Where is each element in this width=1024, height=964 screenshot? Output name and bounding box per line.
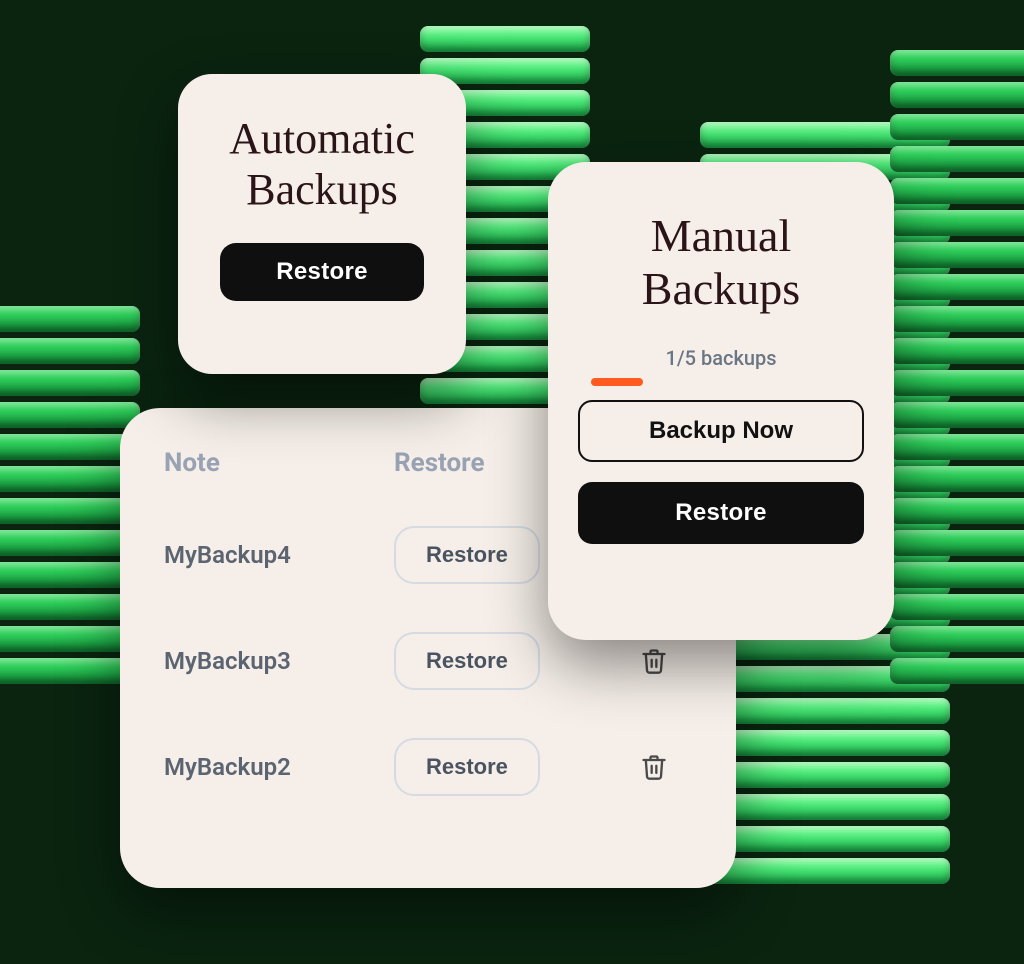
automatic-backups-title: Automatic Backups — [206, 114, 438, 215]
list-row: MyBackup2 Restore — [164, 738, 692, 796]
automatic-backups-card: Automatic Backups Restore — [178, 74, 466, 374]
backup-now-button[interactable]: Backup Now — [578, 400, 864, 462]
auto-restore-button[interactable]: Restore — [220, 243, 424, 301]
manual-backups-card: Manual Backups 1/5 backups Backup Now Re… — [548, 162, 894, 640]
list-header-note: Note — [164, 448, 384, 478]
trash-icon[interactable] — [640, 647, 668, 675]
restore-row-button[interactable]: Restore — [394, 526, 540, 584]
list-row: MyBackup3 Restore — [164, 632, 692, 690]
backup-count-text: 1/5 backups — [665, 346, 776, 370]
backup-note: MyBackup4 — [164, 541, 384, 569]
bg-stack — [0, 306, 140, 684]
bg-stack — [890, 50, 1024, 684]
restore-row-button[interactable]: Restore — [394, 738, 540, 796]
backup-note: MyBackup3 — [164, 647, 384, 675]
restore-row-button[interactable]: Restore — [394, 632, 540, 690]
backup-progress-bar — [591, 378, 851, 386]
backup-progress-fill — [591, 378, 643, 386]
manual-backups-title: Manual Backups — [584, 210, 858, 316]
trash-icon[interactable] — [640, 753, 668, 781]
backup-note: MyBackup2 — [164, 753, 384, 781]
manual-restore-button[interactable]: Restore — [578, 482, 864, 544]
